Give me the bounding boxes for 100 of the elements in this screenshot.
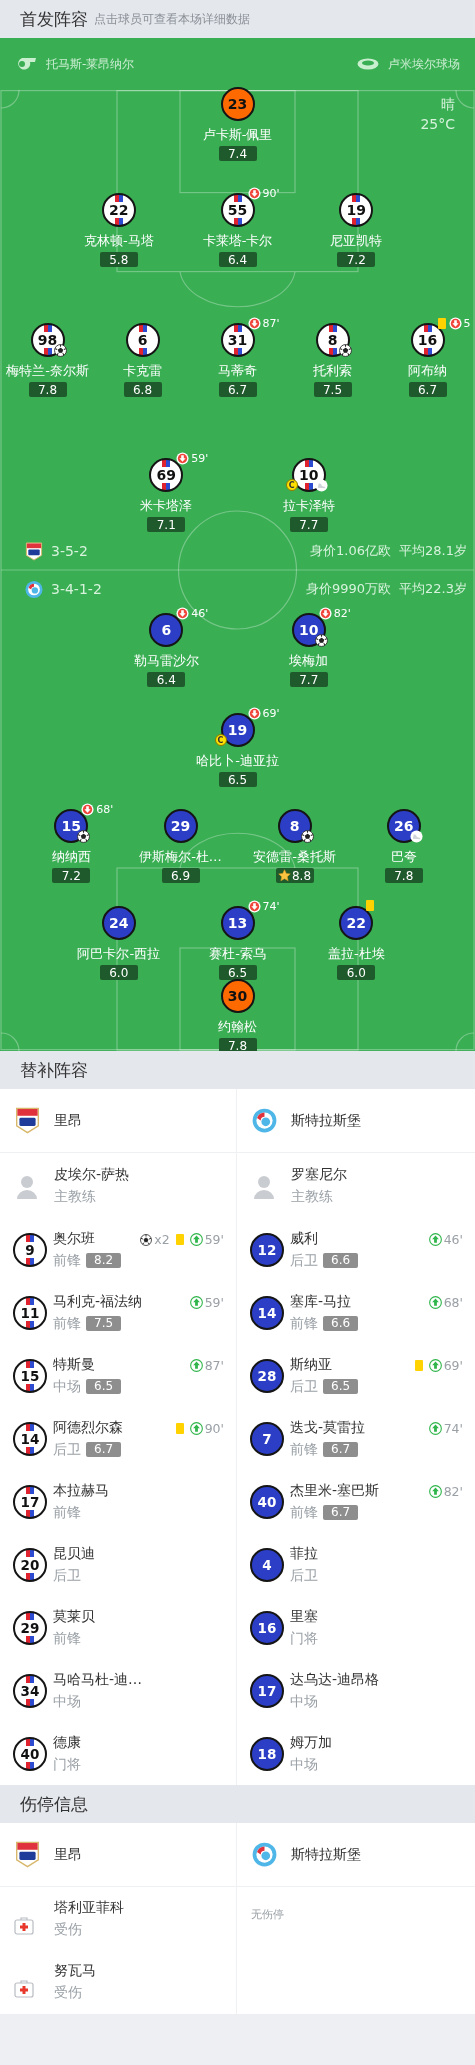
player-rating: 7.7 <box>299 517 319 532</box>
captain-badge: C <box>214 734 227 746</box>
player-name: 纳纳西 <box>51 849 91 865</box>
football-icon <box>53 344 67 357</box>
shirt-number[interactable]: 19 <box>339 193 374 227</box>
shirt-number[interactable]: 17 <box>13 1484 47 1519</box>
substitution-minute: 69' <box>262 707 280 720</box>
player-name: 尼亚凯特 <box>330 233 383 249</box>
shirt-number[interactable]: 55 <box>220 193 255 227</box>
player-name: 卡莱塔-卡尔 <box>202 233 273 249</box>
shirt-number[interactable]: 22 <box>339 906 374 940</box>
formation-text: 3-5-2 <box>51 543 88 559</box>
shirt-number[interactable]: 40 <box>13 1736 47 1771</box>
shirt-number[interactable]: 9 <box>13 1232 47 1267</box>
substitution-in-icon <box>189 1359 203 1372</box>
shirt-number[interactable]: 8 <box>315 323 350 357</box>
shirt-number[interactable]: 29 <box>13 1610 47 1645</box>
shirt-number[interactable]: 16 <box>410 323 445 357</box>
stadium-icon <box>357 58 379 70</box>
substitution-minute: 5 <box>463 317 471 330</box>
shirt-number[interactable]: 14 <box>250 1295 284 1330</box>
shirt-number[interactable]: 12 <box>250 1232 284 1267</box>
player-rating: 6.0 <box>346 965 366 980</box>
team-name: 斯特拉斯堡 <box>291 1845 361 1864</box>
player-rating: 7.2 <box>346 252 366 267</box>
shirt-number[interactable]: 14 <box>13 1421 47 1456</box>
player-name: 卡克雷 <box>123 363 162 379</box>
player-position: 中场 <box>290 1692 318 1711</box>
shirt-number[interactable]: 29 <box>163 809 198 843</box>
substitution-minute: 59' <box>204 1232 224 1247</box>
shirt-number[interactable]: 6 <box>125 323 160 357</box>
substitution-out-icon <box>318 607 332 620</box>
shirt-number[interactable]: 8 <box>277 809 312 843</box>
player-name: 特斯曼 <box>53 1355 96 1374</box>
player-rating: 7.7 <box>299 672 319 687</box>
player-position: 前锋 <box>290 1503 318 1522</box>
shirt-number[interactable]: 40 <box>250 1484 284 1519</box>
shirt-number[interactable]: 15 <box>13 1358 47 1393</box>
shirt-number[interactable]: 16 <box>250 1610 284 1645</box>
shirt-number[interactable]: 11 <box>13 1295 47 1330</box>
shirt-number[interactable]: 31 <box>220 323 255 357</box>
player-position: 中场 <box>53 1377 81 1396</box>
player-name: 菲拉 <box>290 1544 318 1563</box>
player-name: 勒马雷沙尔 <box>133 653 199 669</box>
player-name: 昆贝迪 <box>53 1544 95 1563</box>
substitution-minute: 46' <box>443 1232 463 1247</box>
shirt-number[interactable]: 23 <box>220 87 255 121</box>
player-name: 塞库-马拉 <box>290 1292 353 1311</box>
player-name: 斯纳亚 <box>290 1355 333 1374</box>
player-position: 后卫 <box>53 1566 81 1585</box>
player-name: 奥尔班 <box>53 1229 96 1248</box>
substitution-out-icon <box>448 317 462 330</box>
player-rating: 8.2 <box>86 1253 122 1268</box>
player-name: 达乌达-迪昂格 <box>290 1670 380 1689</box>
shirt-number[interactable]: 26 <box>386 809 421 843</box>
player-name: 里塞 <box>290 1607 318 1626</box>
round-logo-icon <box>25 579 43 599</box>
shirt-number[interactable]: 69 <box>149 458 184 492</box>
round-logo-icon <box>252 1107 277 1134</box>
player-position: 门将 <box>53 1755 81 1774</box>
shirt-number[interactable]: 98 <box>30 323 65 357</box>
player-name: 约翰松 <box>218 1019 257 1035</box>
team-name: 里昂 <box>54 1845 82 1864</box>
shirt-number[interactable]: 17 <box>250 1673 284 1708</box>
coach-role: 主教练 <box>54 1187 97 1206</box>
player-name: 阿布纳 <box>408 363 447 379</box>
player-position: 前锋 <box>53 1503 81 1522</box>
shirt-number[interactable]: 4 <box>250 1547 284 1582</box>
substitution-out-icon <box>247 317 261 330</box>
substitution-in-icon <box>428 1359 442 1372</box>
boot-icon <box>314 479 328 492</box>
substitution-in-icon <box>428 1485 442 1498</box>
shirt-number[interactable]: 6 <box>149 613 184 647</box>
shirt-number[interactable]: 18 <box>250 1736 284 1771</box>
player-rating: 7.5 <box>86 1316 122 1331</box>
shirt-number[interactable]: 13 <box>220 906 255 940</box>
player-rating: 7.1 <box>156 517 176 532</box>
player-position: 前锋 <box>53 1251 81 1270</box>
shirt-number[interactable]: 20 <box>13 1547 47 1582</box>
player-name: 哈比卜-迪亚拉 <box>196 753 279 769</box>
player-name: 塔利亚菲科 <box>54 1898 124 1917</box>
player-rating: 6.5 <box>227 965 248 980</box>
shirt-number[interactable]: 22 <box>101 193 136 227</box>
shirt-number[interactable]: 34 <box>13 1673 47 1708</box>
football-icon <box>140 1233 153 1246</box>
player-rating: 6.7 <box>227 382 248 397</box>
section-title: 首发阵容 <box>20 7 88 31</box>
whistle-icon <box>15 57 37 71</box>
player-rating: 6.8 <box>132 382 153 397</box>
shirt-number[interactable]: 28 <box>250 1358 284 1393</box>
player-name: 马哈马杜-迪… <box>53 1670 143 1689</box>
player-name: 米卡塔泽 <box>140 498 193 514</box>
team-name: 里昂 <box>54 1111 82 1130</box>
shirt-number[interactable]: 7 <box>250 1421 284 1456</box>
football-icon <box>314 634 328 647</box>
shirt-number[interactable]: 30 <box>220 979 255 1013</box>
coach-role: 主教练 <box>291 1187 334 1206</box>
player-position: 后卫 <box>290 1566 318 1585</box>
shirt-number[interactable]: 24 <box>101 906 136 940</box>
substitution-minute: 74' <box>443 1421 463 1436</box>
